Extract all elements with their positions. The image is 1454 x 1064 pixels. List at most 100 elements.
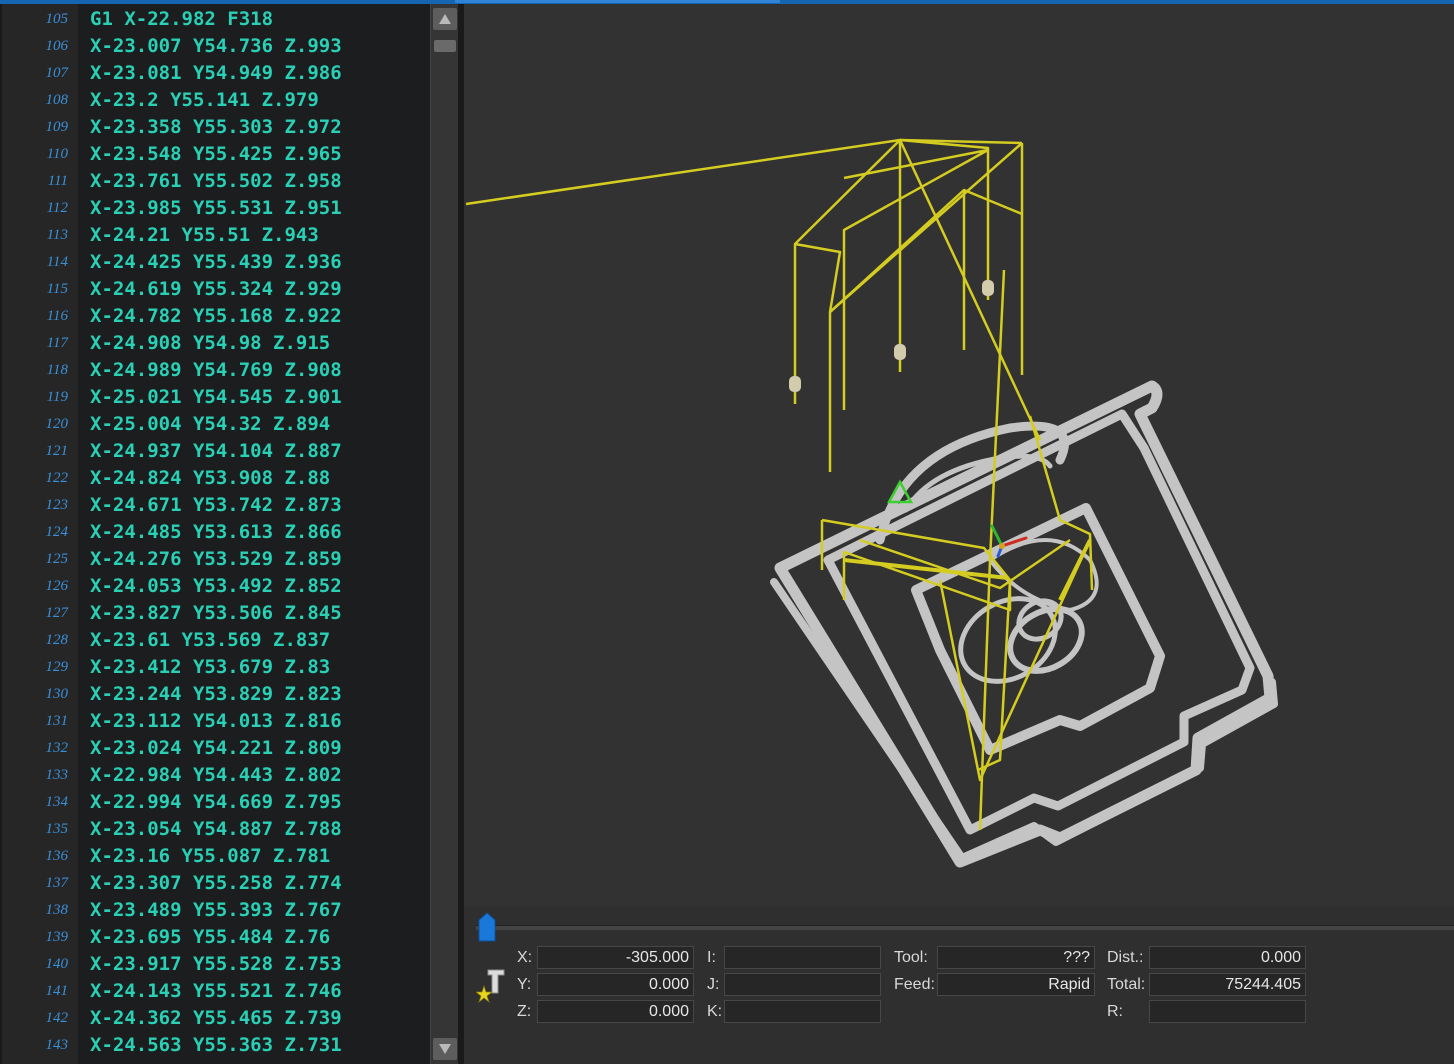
scroll-down-button[interactable] [433,1038,457,1060]
y-label: Y: [517,976,532,993]
j-value-field [724,973,881,996]
code-text[interactable]: X-23.827 Y53.506 Z.845 [90,600,342,627]
code-text[interactable]: X-23.695 Y55.484 Z.76 [90,924,330,951]
line-number: 121 [45,443,69,459]
line-number: 115 [46,281,68,297]
code-line[interactable]: 138 X-23.489 Y55.393 Z.767 [0,897,430,924]
code-line[interactable]: 142 X-24.362 Y55.465 Z.739 [0,1005,430,1032]
code-line[interactable]: 121 X-24.937 Y54.104 Z.887 [0,438,430,465]
code-line[interactable]: 125 X-24.276 Y53.529 Z.859 [0,546,430,573]
code-line[interactable]: 110 X-23.548 Y55.425 Z.965 [0,141,430,168]
code-text[interactable]: X-23.917 Y55.528 Z.753 [90,951,342,978]
plunge-diagonal [898,139,1042,441]
code-line[interactable]: 105 G1 X-22.982 F318 [0,6,430,33]
feed-label: Feed: [894,976,935,993]
code-text[interactable]: X-23.358 Y55.303 Z.972 [90,114,342,141]
code-line[interactable]: 133 X-22.984 Y54.443 Z.802 [0,762,430,789]
code-line[interactable]: 106 X-23.007 Y54.736 Z.993 [0,33,430,60]
code-line[interactable]: 130 X-23.244 Y53.829 Z.823 [0,681,430,708]
code-line[interactable]: 127 X-23.827 Y53.506 Z.845 [0,600,430,627]
code-text[interactable]: X-23.081 Y54.949 Z.986 [90,60,342,87]
code-text[interactable]: X-23.307 Y55.258 Z.774 [90,870,342,897]
code-line[interactable]: 136 X-23.16 Y55.087 Z.781 [0,843,430,870]
code-text[interactable]: X-24.563 Y55.363 Z.731 [90,1032,342,1059]
code-text[interactable]: X-24.937 Y54.104 Z.887 [90,438,342,465]
code-line[interactable]: 119 X-25.021 Y54.545 Z.901 [0,384,430,411]
code-text[interactable]: X-23.054 Y54.887 Z.788 [90,816,342,843]
code-text[interactable]: X-23.489 Y55.393 Z.767 [90,897,342,924]
code-text[interactable]: X-22.984 Y54.443 Z.802 [90,762,342,789]
code-line[interactable]: 120 X-25.004 Y54.32 Z.894 [0,411,430,438]
code-line[interactable]: 118 X-24.989 Y54.769 Z.908 [0,357,430,384]
code-line[interactable]: 135 X-23.054 Y54.887 Z.788 [0,816,430,843]
code-text[interactable]: X-25.021 Y54.545 Z.901 [90,384,342,411]
code-line[interactable]: 140 X-23.917 Y55.528 Z.753 [0,951,430,978]
code-text[interactable]: X-23.024 Y54.221 Z.809 [90,735,342,762]
k-label: K: [707,1003,723,1020]
code-text[interactable]: X-23.2 Y55.141 Z.979 [90,87,319,114]
code-text[interactable]: X-24.425 Y55.439 Z.936 [90,249,342,276]
line-number: 131 [45,713,69,729]
code-text[interactable]: X-24.143 Y55.521 Z.746 [90,978,342,1005]
code-line[interactable]: 116 X-24.782 Y55.168 Z.922 [0,303,430,330]
code-line[interactable]: 132 X-23.024 Y54.221 Z.809 [0,735,430,762]
line-number: 137 [45,875,69,891]
gcode-editor[interactable]: 105 G1 X-22.982 F318 106 X-23.007 Y54.736 Z… [0,4,458,1064]
code-line[interactable]: 117 X-24.908 Y54.98 Z.915 [0,330,430,357]
code-text[interactable]: X-23.61 Y53.569 Z.837 [90,627,330,654]
code-line[interactable]: 126 X-24.053 Y53.492 Z.852 [0,573,430,600]
code-line[interactable]: 113 X-24.21 Y55.51 Z.943 [0,222,430,249]
line-number: 108 [45,92,69,108]
code-text[interactable]: G1 X-22.982 F318 [90,6,273,33]
code-line[interactable]: 108 X-23.2 Y55.141 Z.979 [0,87,430,114]
code-text[interactable]: X-24.782 Y55.168 Z.922 [90,303,342,330]
code-line[interactable]: 112 X-23.985 Y55.531 Z.951 [0,195,430,222]
code-text[interactable]: X-24.619 Y55.324 Z.929 [90,276,342,303]
code-text[interactable]: X-24.053 Y53.492 Z.852 [90,573,342,600]
code-line[interactable]: 111 X-23.761 Y55.502 Z.958 [0,168,430,195]
code-line[interactable]: 131 X-23.112 Y54.013 Z.816 [0,708,430,735]
scroll-up-button[interactable] [433,8,457,30]
feed-value-field: Rapid [937,973,1095,996]
toolpath-3d-viewport[interactable] [464,4,1454,906]
code-line[interactable]: 139 X-23.695 Y55.484 Z.76 [0,924,430,951]
code-text[interactable]: X-24.362 Y55.465 Z.739 [90,1005,342,1032]
simulation-slider-track[interactable] [476,925,1454,930]
code-line[interactable]: 128 X-23.61 Y53.569 Z.837 [0,627,430,654]
code-text[interactable]: X-24.276 Y53.529 Z.859 [90,546,342,573]
code-line[interactable]: 137 X-23.307 Y55.258 Z.774 [0,870,430,897]
code-text[interactable]: X-23.761 Y55.502 Z.958 [90,168,342,195]
code-line[interactable]: 123 X-24.671 Y53.742 Z.873 [0,492,430,519]
code-text[interactable]: X-23.007 Y54.736 Z.993 [90,33,342,60]
code-text[interactable]: X-23.985 Y55.531 Z.951 [90,195,342,222]
code-text[interactable]: X-24.989 Y54.769 Z.908 [90,357,342,384]
code-text[interactable]: X-23.244 Y53.829 Z.823 [90,681,342,708]
code-line[interactable]: 129 X-23.412 Y53.679 Z.83 [0,654,430,681]
code-line[interactable]: 124 X-24.485 Y53.613 Z.866 [0,519,430,546]
code-text[interactable]: X-23.548 Y55.425 Z.965 [90,141,342,168]
code-text[interactable]: X-24.21 Y55.51 Z.943 [90,222,319,249]
code-line[interactable]: 141 X-24.143 Y55.521 Z.746 [0,978,430,1005]
line-number: 109 [45,119,69,135]
code-line[interactable]: 109 X-23.358 Y55.303 Z.972 [0,114,430,141]
code-line[interactable]: 114 X-24.425 Y55.439 Z.936 [0,249,430,276]
pentagon-marker-icon[interactable] [478,912,496,942]
code-text[interactable]: X-24.671 Y53.742 Z.873 [90,492,342,519]
code-text[interactable]: X-25.004 Y54.32 Z.894 [90,411,330,438]
scrollbar-thumb[interactable] [434,40,456,52]
code-line[interactable]: 122 X-24.824 Y53.908 Z.88 [0,465,430,492]
code-text[interactable]: X-23.112 Y54.013 Z.816 [90,708,342,735]
code-line[interactable]: 134 X-22.994 Y54.669 Z.795 [0,789,430,816]
code-line[interactable]: 115 X-24.619 Y55.324 Z.929 [0,276,430,303]
line-number: 122 [45,470,69,486]
code-line[interactable]: 143 X-24.563 Y55.363 Z.731 [0,1032,430,1059]
code-text[interactable]: X-24.824 Y53.908 Z.88 [90,465,330,492]
x-label: X: [517,949,533,966]
code-text[interactable]: X-24.908 Y54.98 Z.915 [90,330,330,357]
code-text[interactable]: X-23.16 Y55.087 Z.781 [90,843,330,870]
code-line[interactable]: 107 X-23.081 Y54.949 Z.986 [0,60,430,87]
editor-vertical-scrollbar[interactable] [430,4,458,1064]
code-text[interactable]: X-23.412 Y53.679 Z.83 [90,654,330,681]
code-text[interactable]: X-24.485 Y53.613 Z.866 [90,519,342,546]
code-text[interactable]: X-22.994 Y54.669 Z.795 [90,789,342,816]
